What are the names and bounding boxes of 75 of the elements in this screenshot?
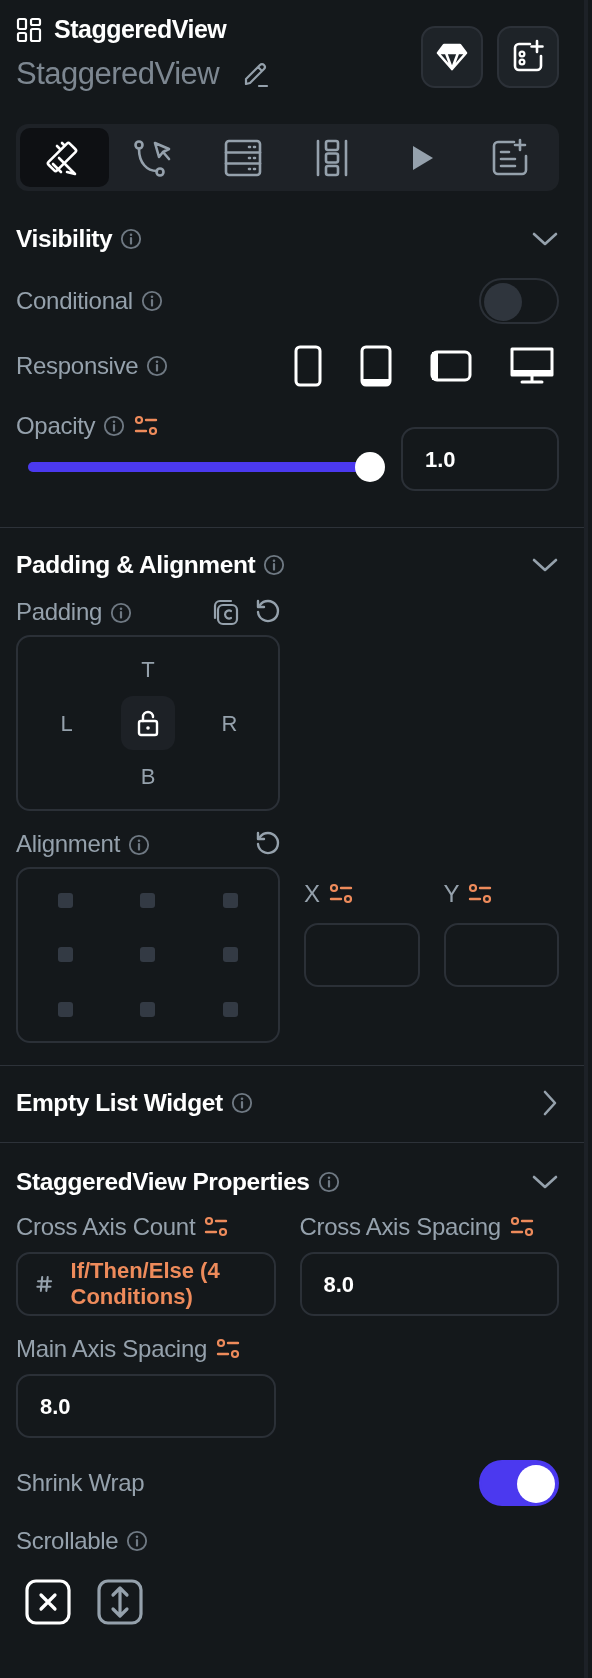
left-padding-field[interactable]: L [60,706,73,740]
field-label: Y [443,879,460,909]
offset-field[interactable] [443,923,559,987]
chevron-down-icon [531,230,559,248]
conditional-value: If/Then/Else (4 Conditions) [70,1257,221,1311]
info-icon [103,415,126,437]
sliders-icon [467,882,494,906]
bottom-padding-field[interactable]: B [140,760,156,793]
widget-title: StaggeredView [54,14,227,46]
info-icon [317,1171,340,1193]
panel-tab[interactable] [20,128,110,187]
collapse-toggle[interactable] [531,556,559,574]
section-title: Visibility [16,223,113,254]
info-icon [140,290,163,312]
field-label: Alignment [16,829,121,859]
scroll-option[interactable] [96,1578,144,1626]
tablet-landscape-icon [429,349,473,383]
device-toggle[interactable] [429,349,473,383]
toggle-switch[interactable] [479,1460,559,1506]
sliders-icon [133,414,160,438]
info-icon [110,601,132,624]
section-title: Padding & Alignment [16,549,256,580]
field-label: Scrollable [16,1526,119,1556]
collapse-toggle[interactable] [541,1089,559,1117]
section-title: StaggeredView Properties [16,1166,310,1197]
sliders-icon [203,1215,230,1239]
chevron-down-icon [531,556,559,574]
device-toggle[interactable] [359,344,393,388]
field-label: Cross Axis Spacing [299,1212,501,1242]
cross-axis-count-field[interactable]: If/Then/Else (4 Conditions) [16,1252,276,1316]
vertical-arrows-icon [96,1578,144,1626]
field-label: Padding [16,597,102,627]
widget-grid-icon [16,17,42,43]
opacity-field[interactable]: 1.0 [401,427,559,491]
info-icon [120,228,143,250]
info-icon [263,554,286,576]
sliders-icon [215,1337,241,1361]
device-toggle[interactable] [293,344,323,388]
main-axis-spacing-field[interactable]: 8.0 [16,1374,276,1438]
info-icon [128,833,151,856]
field-label: Shrink Wrap [16,1468,145,1498]
chevron-down-icon [531,1173,559,1191]
cross-axis-spacing-field[interactable]: 8.0 [299,1252,559,1316]
field-label: Responsive [16,351,139,381]
offset-field[interactable] [304,923,420,987]
sliders-icon [508,1215,535,1239]
chevron-right-icon [541,1089,559,1117]
right-padding-field[interactable]: R [221,706,238,740]
field-label: X [304,879,320,909]
add-widget-button[interactable] [497,26,559,88]
info-icon [146,355,169,377]
premium-button[interactable] [421,26,483,88]
field-label: Cross Axis Count [16,1212,196,1242]
toggle-switch[interactable] [479,278,559,324]
info-icon [126,1530,149,1552]
field-label: Main Axis Spacing [16,1334,207,1364]
widget-name: StaggeredView [16,54,220,93]
field-label: Opacity [16,411,96,441]
lock-icon [136,709,160,737]
field-label: Conditional [16,286,133,316]
lock-button[interactable] [121,696,175,750]
close-square-icon [24,1578,72,1626]
collapse-toggle[interactable] [531,230,559,248]
top-padding-field[interactable]: T [141,653,155,686]
slider-thumb[interactable] [355,452,385,482]
info-icon [230,1092,253,1114]
phone-icon [293,344,323,388]
section-title: Empty List Widget [16,1087,223,1118]
diamond-icon [435,42,469,72]
collapse-toggle[interactable] [531,1173,559,1191]
monitor-icon [509,346,555,386]
tablet-icon [359,344,393,388]
sliders-icon [327,882,354,906]
opacity-slider[interactable] [28,452,385,482]
device-toggle[interactable] [509,346,555,386]
